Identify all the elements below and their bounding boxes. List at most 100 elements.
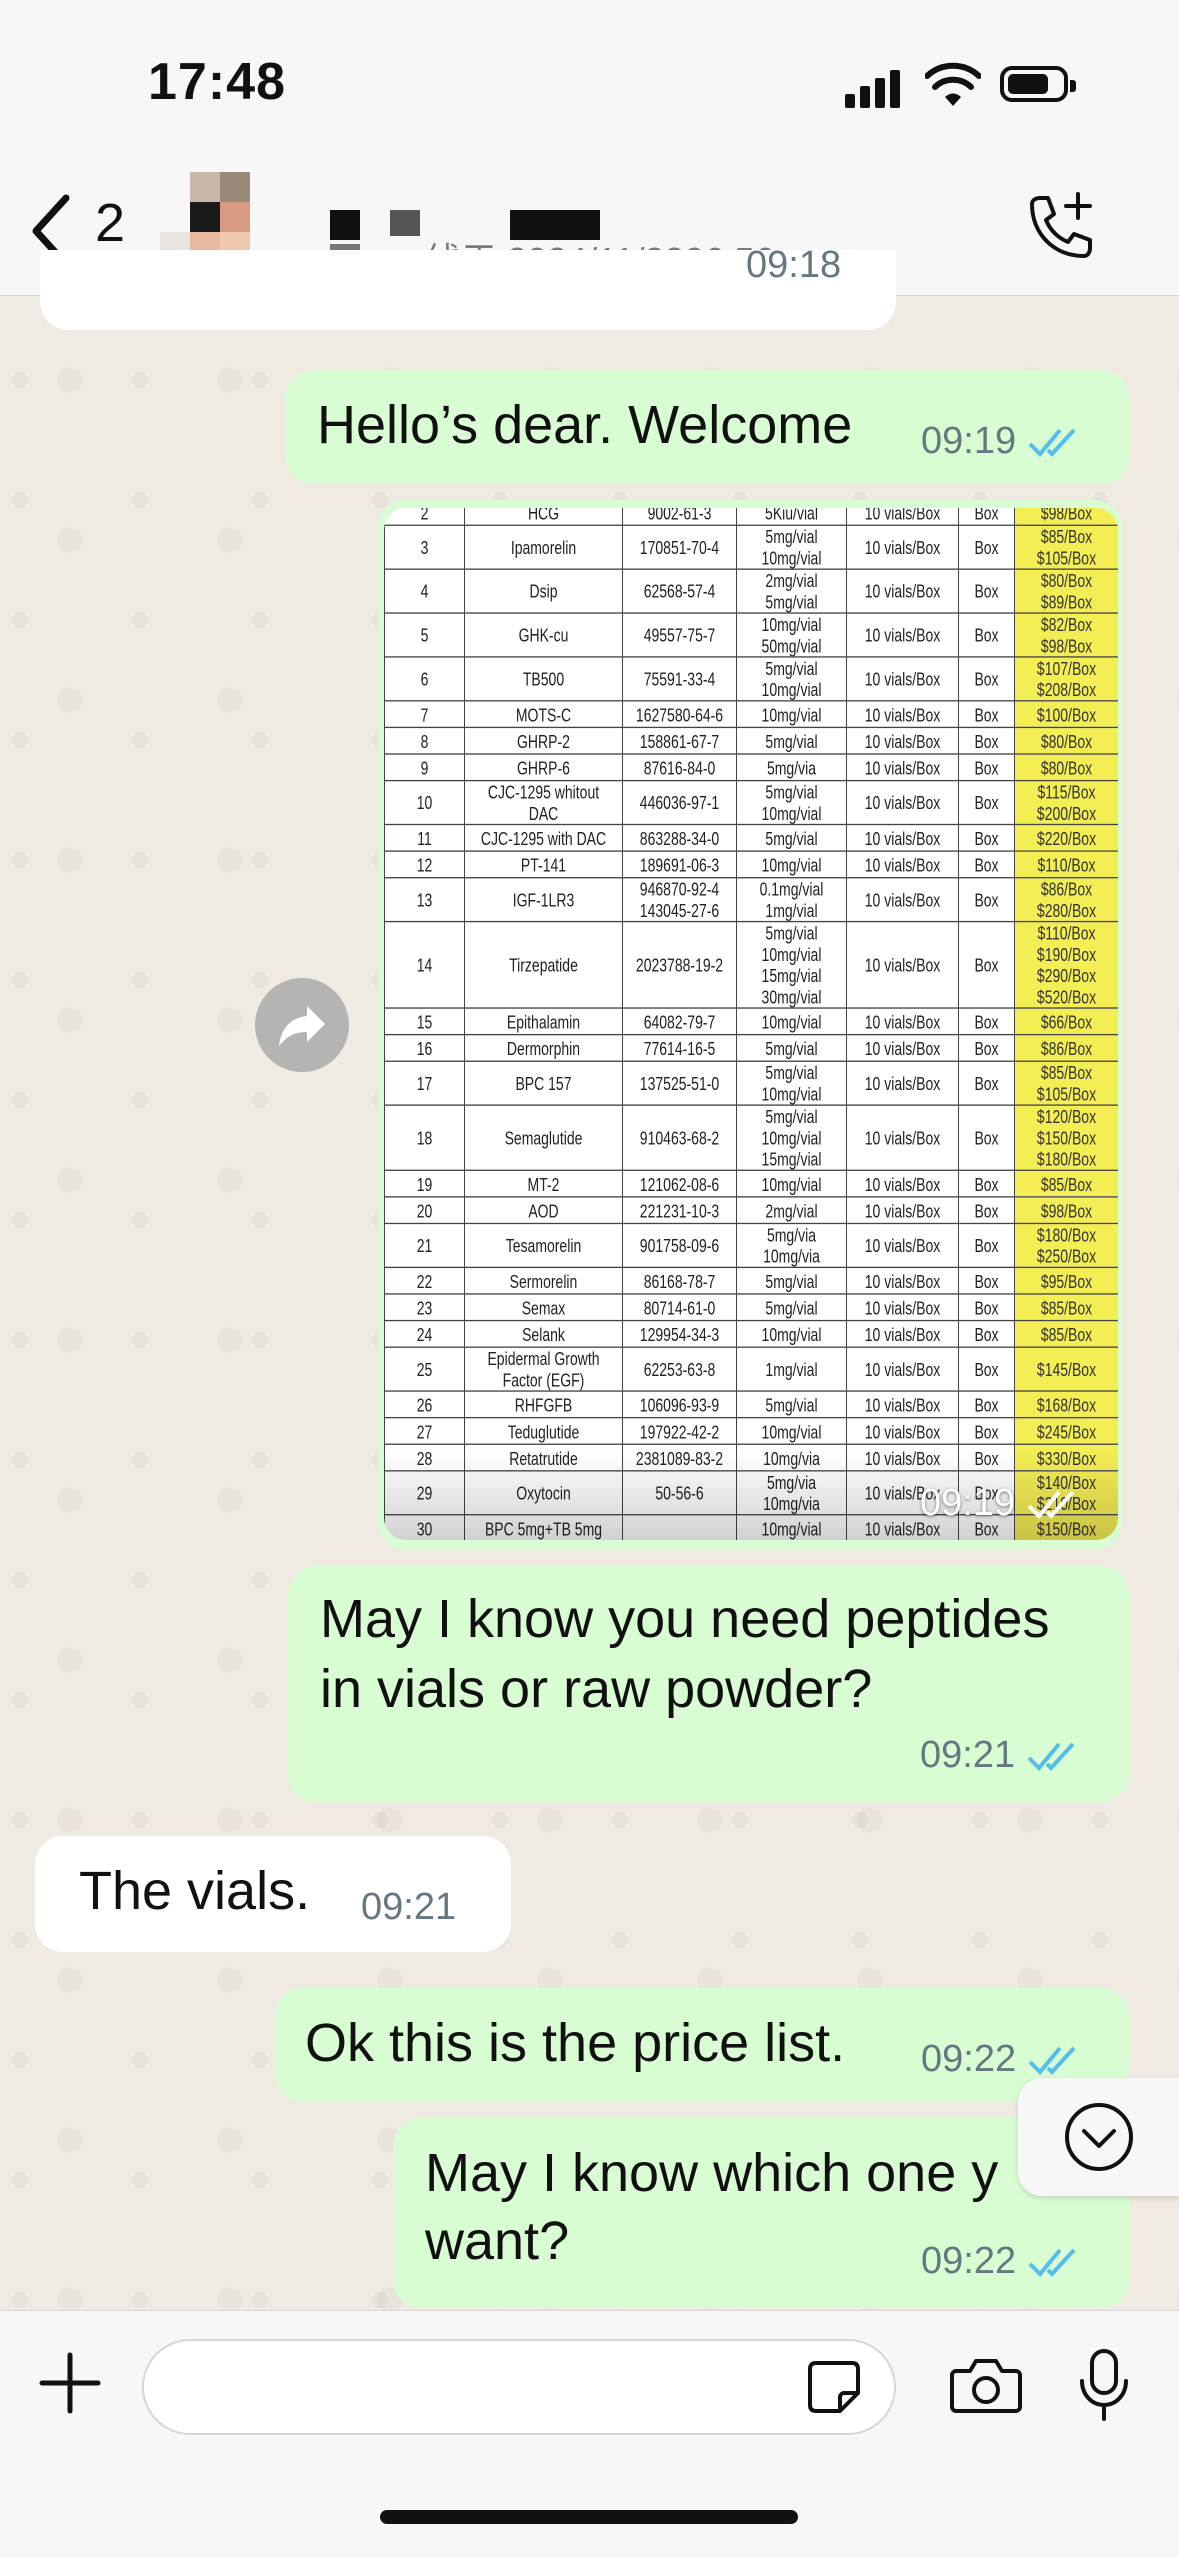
table-cell-specification: 5mg/vial 10mg/vial bbox=[736, 779, 847, 826]
message-time: 09:18 bbox=[746, 244, 842, 286]
microphone-icon[interactable] bbox=[1078, 2347, 1130, 2423]
previous-message-bubble[interactable]: 09:18 bbox=[40, 244, 896, 330]
table-cell-specification: 10mg/vial bbox=[736, 1319, 847, 1348]
table-cell-unit: Box bbox=[958, 700, 1015, 729]
table-cell-unit: Box bbox=[958, 726, 1015, 755]
incoming-message-bubble[interactable]: The vials. 09:21 bbox=[35, 1836, 511, 1952]
table-cell-unit: Box bbox=[958, 1293, 1015, 1322]
table-cell-packing: 10 vials/Box bbox=[846, 1346, 959, 1392]
table-row: 2 HCG 9002-61-3 5Kiu/vial 10 vials/Box Box $98… bbox=[384, 508, 1118, 526]
table-cell-product-name: MOTS-C bbox=[464, 700, 623, 729]
table-cell-row-number: 11 bbox=[384, 823, 465, 852]
table-cell-cas-number: 158861-67-7 bbox=[622, 726, 737, 755]
outgoing-message-bubble[interactable]: Hello’s dear. Welcome 09:19 bbox=[285, 370, 1129, 484]
chevron-down-circle-icon bbox=[1065, 2103, 1133, 2171]
message-meta: 09:19 bbox=[921, 420, 1082, 463]
message-input[interactable] bbox=[142, 2339, 896, 2435]
table-cell-row-number: 13 bbox=[384, 877, 465, 923]
table-cell-specification: 10mg/vial bbox=[736, 1416, 847, 1445]
table-cell-packing: 10 vials/Box bbox=[846, 850, 959, 879]
read-ticks-icon bbox=[1027, 1490, 1075, 1519]
table-cell-packing: 10 vials/Box bbox=[846, 656, 959, 702]
message-text-line: May I know which one y bbox=[425, 2143, 999, 2203]
table-cell-price: $86/Box bbox=[1014, 1033, 1118, 1062]
table-cell-row-number: 10 bbox=[384, 779, 465, 826]
back-unread-count[interactable]: 2 bbox=[95, 192, 125, 254]
table-cell-unit: Box bbox=[958, 1104, 1015, 1171]
table-cell-product-name: Semax bbox=[464, 1293, 623, 1322]
table-row: 23 Semax 80714-61-0 5mg/vial 10 vials/Box Box… bbox=[384, 1293, 1118, 1322]
price-list-image[interactable]: 2 HCG 9002-61-3 5Kiu/vial 10 vials/Box Box $98… bbox=[384, 508, 1118, 1540]
table-cell-unit: Box bbox=[958, 779, 1015, 826]
table-cell-product-name: Sermorelin bbox=[464, 1266, 623, 1295]
table-cell-row-number: 6 bbox=[384, 656, 465, 702]
sticker-icon[interactable] bbox=[806, 2359, 862, 2415]
table-cell-product-name: Epidermal Growth Factor (EGF) bbox=[464, 1346, 623, 1392]
table-cell-product-name: TB500 bbox=[464, 656, 623, 702]
table-row: 25 Epidermal Growth Factor (EGF) 62253-63-8… bbox=[384, 1346, 1118, 1392]
table-cell-price: $85/Box bbox=[1014, 1169, 1118, 1198]
table-cell-product-name: Epithalamin bbox=[464, 1007, 623, 1036]
message-time: 09:19 bbox=[920, 1482, 1016, 1524]
table-row: 26 RHFGFB 106096-93-9 5mg/vial 10 vials/Box B… bbox=[384, 1390, 1118, 1419]
table-cell-packing: 10 vials/Box bbox=[846, 1033, 959, 1062]
table-cell-cas-number: 901758-09-6 bbox=[622, 1222, 737, 1269]
table-cell-cas-number: 62568-57-4 bbox=[622, 568, 737, 614]
table-cell-packing: 10 vials/Box bbox=[846, 1293, 959, 1322]
table-cell-row-number: 15 bbox=[384, 1007, 465, 1036]
forward-button[interactable] bbox=[255, 978, 349, 1072]
table-cell-cas-number: 64082-79-7 bbox=[622, 1007, 737, 1036]
table-cell-product-name: CJC-1295 whitout DAC bbox=[464, 779, 623, 826]
table-cell-cas-number: 170851-70-4 bbox=[622, 524, 737, 570]
message-time: 09:21 bbox=[920, 1734, 1016, 1776]
plus-icon[interactable] bbox=[38, 2351, 102, 2415]
status-time: 17:48 bbox=[148, 53, 286, 111]
scroll-to-bottom-button[interactable] bbox=[1018, 2078, 1179, 2196]
table-cell-cas-number: 106096-93-9 bbox=[622, 1390, 737, 1419]
outgoing-message-bubble[interactable]: Ok this is the price list. 09:22 bbox=[275, 1988, 1129, 2102]
table-cell-price: $180/Box $250/Box bbox=[1014, 1222, 1118, 1269]
table-cell-packing: 10 vials/Box bbox=[846, 1319, 959, 1348]
add-call-icon[interactable] bbox=[1020, 190, 1100, 270]
table-cell-unit: Box bbox=[958, 823, 1015, 852]
table-row: 27 Teduglutide 197922-42-2 10mg/vial 10 vial… bbox=[384, 1416, 1118, 1445]
table-cell-specification: 2mg/vial bbox=[736, 1196, 847, 1225]
table-row: 9 GHRP-6 87616-84-0 5mg/via 10 vials/Box Box $… bbox=[384, 753, 1118, 782]
table-cell-price: $85/Box $105/Box bbox=[1014, 1060, 1118, 1106]
table-cell-product-name: BPC 157 bbox=[464, 1060, 623, 1106]
table-cell-cas-number: 121062-08-6 bbox=[622, 1169, 737, 1198]
table-cell-unit: Box bbox=[958, 1060, 1015, 1106]
table-cell-unit: Box bbox=[958, 1196, 1015, 1225]
table-cell-packing: 10 vials/Box bbox=[846, 726, 959, 755]
table-cell-cas-number: 446036-97-1 bbox=[622, 779, 737, 826]
image-message-meta: 09:19 bbox=[920, 1482, 1081, 1525]
table-cell-unit: Box bbox=[958, 1007, 1015, 1036]
table-cell-specification: 5mg/vial bbox=[736, 823, 847, 852]
table-row: 15 Epithalamin 64082-79-7 10mg/vial 10 vials… bbox=[384, 1007, 1118, 1036]
read-ticks-icon bbox=[1028, 2248, 1076, 2277]
home-indicator bbox=[380, 2510, 798, 2524]
message-time: 09:21 bbox=[361, 1886, 457, 1928]
table-cell-unit: Box bbox=[958, 1266, 1015, 1295]
read-ticks-icon bbox=[1027, 1742, 1075, 1771]
table-cell-cas-number: 1627580-64-6 bbox=[622, 700, 737, 729]
table-cell-packing: 10 vials/Box bbox=[846, 568, 959, 614]
table-row: 10 CJC-1295 whitout DAC 446036-97-1 5mg/vial… bbox=[384, 779, 1118, 826]
table-row: 24 Selank 129954-34-3 10mg/vial 10 vials/Box… bbox=[384, 1319, 1118, 1348]
price-table: 2 HCG 9002-61-3 5Kiu/vial 10 vials/Box Box $98… bbox=[384, 508, 1118, 1540]
table-row: 12 PT-141 189691-06-3 10mg/vial 10 vials/Box… bbox=[384, 850, 1118, 879]
table-cell-row-number: 7 bbox=[384, 700, 465, 729]
table-cell-unit: Box bbox=[958, 1033, 1015, 1062]
table-cell-price: $66/Box bbox=[1014, 1007, 1118, 1036]
table-cell-packing: 10 vials/Box bbox=[846, 1222, 959, 1269]
battery-icon bbox=[1000, 66, 1076, 102]
table-cell-price: $245/Box bbox=[1014, 1416, 1118, 1445]
outgoing-message-bubble[interactable]: May I know you need peptides in vials or… bbox=[288, 1566, 1129, 1802]
camera-icon[interactable] bbox=[950, 2355, 1022, 2415]
table-cell-product-name: GHK-cu bbox=[464, 612, 623, 658]
table-cell-price: $107/Box $208/Box bbox=[1014, 656, 1118, 702]
table-cell-packing: 10 vials/Box bbox=[846, 753, 959, 782]
table-cell-unit: Box bbox=[958, 524, 1015, 570]
table-cell-price: $168/Box bbox=[1014, 1390, 1118, 1419]
table-cell-unit: Box bbox=[958, 920, 1015, 1009]
